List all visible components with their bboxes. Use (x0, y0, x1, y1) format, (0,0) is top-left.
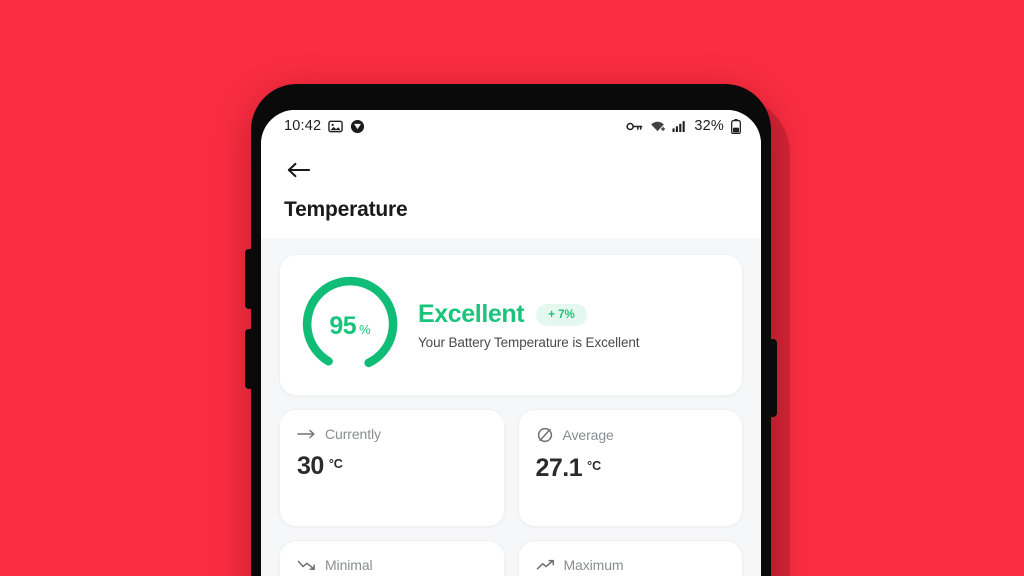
stat-card-maximum[interactable]: Maximum (517, 540, 743, 576)
summary-text-block: Excellent + 7% Your Battery Temperature … (402, 300, 724, 350)
volume-down-button[interactable] (245, 329, 253, 389)
power-button[interactable] (769, 339, 777, 417)
status-headline: Excellent (418, 300, 525, 328)
stat-label: Average (562, 427, 614, 443)
status-description: Your Battery Temperature is Excellent (418, 335, 640, 350)
image-icon (328, 119, 344, 134)
vpn-key-icon (626, 120, 643, 133)
stat-card-average[interactable]: Average 27.1 °C (517, 409, 743, 527)
battery-icon (731, 118, 741, 134)
page-title: Temperature (284, 198, 408, 221)
status-bar: 10:42 32% (261, 110, 761, 142)
stat-grid-row-2: Minimal Maximum (279, 540, 743, 576)
status-badge: + 7% (536, 303, 587, 326)
shield-browser-icon (350, 119, 365, 134)
stat-label: Maximum (563, 557, 624, 573)
trend-down-icon (297, 558, 316, 572)
arrow-right-icon (297, 427, 316, 441)
gauge-center-label: 95 % (329, 312, 370, 341)
status-bar-clock: 10:42 (284, 118, 322, 134)
stat-label: Currently (325, 426, 381, 442)
phone-device-frame: 10:42 32% Temperature 95 % Excellent + 7… (245, 84, 777, 576)
back-button[interactable] (284, 156, 312, 184)
stat-unit: °C (587, 459, 602, 473)
gauge-value: 95 (329, 311, 357, 340)
stat-grid-row-1: Currently 30 °C Average 27.1 °C (279, 409, 743, 527)
stat-unit: °C (328, 457, 343, 471)
arrow-left-icon (286, 160, 311, 180)
battery-percent-label: 32% (694, 118, 724, 134)
gauge-unit: % (359, 321, 371, 337)
trend-up-icon (536, 558, 555, 572)
stat-card-minimal[interactable]: Minimal (279, 540, 505, 576)
volume-up-button[interactable] (245, 249, 253, 309)
stat-value: 30 (297, 452, 324, 480)
diameter-average-icon (536, 426, 554, 444)
stat-label: Minimal (325, 557, 373, 573)
wifi-icon (650, 120, 666, 133)
stat-card-currently[interactable]: Currently 30 °C (279, 409, 505, 527)
cellular-signal-icon (672, 120, 687, 133)
app-header: Temperature (261, 142, 761, 238)
phone-screen: 10:42 32% Temperature 95 % Excellent + 7… (261, 110, 761, 576)
main-content: 95 % Excellent + 7% Your Battery Tempera… (261, 238, 761, 576)
temperature-summary-card[interactable]: 95 % Excellent + 7% Your Battery Tempera… (279, 254, 743, 396)
temperature-gauge: 95 % (298, 273, 402, 377)
stat-value: 27.1 (535, 454, 583, 482)
